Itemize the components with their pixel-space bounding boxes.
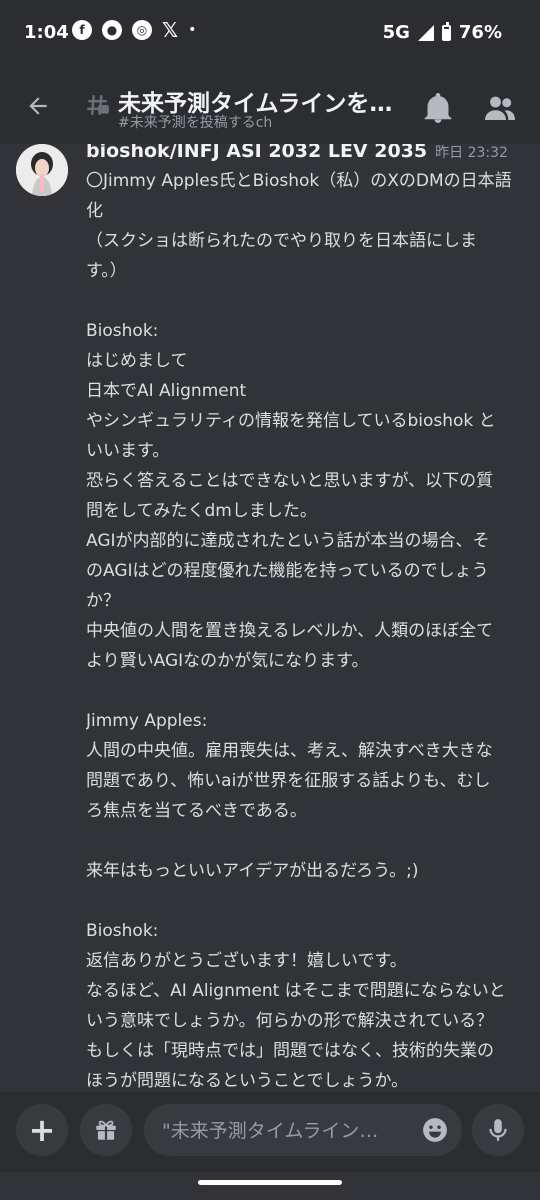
- reddit-icon: ●: [102, 20, 122, 40]
- message-line: ほうが問題になるということでしょうか。: [86, 1071, 409, 1091]
- message-input[interactable]: [160, 1104, 406, 1158]
- message-line: もしくは「現時点では」問題ではなく、技術的失業の: [86, 1041, 494, 1061]
- facebook-icon: f: [72, 20, 92, 40]
- message-line: なるほど、AI Alignment はそこまで問題にならないと: [86, 981, 506, 1001]
- microphone-icon: [489, 1119, 507, 1141]
- battery-percent: 76%: [458, 22, 502, 43]
- message-line: 〇Jimmy Apples氏とBioshok（私）のXのDMの日本語: [86, 171, 512, 191]
- message-line: ろ焦点を当てるべきである。: [86, 801, 307, 821]
- message-line: 日本でAI Alignment: [86, 381, 247, 401]
- status-bar: 1:04 f ● ◎ 𝕏 • 5G 76%: [0, 0, 540, 68]
- voice-message-button[interactable]: [472, 1104, 524, 1156]
- emoji-button[interactable]: [422, 1117, 448, 1143]
- emoji-icon: [423, 1118, 447, 1142]
- network-label: 5G: [382, 22, 410, 43]
- message-line: のAGIはどの程度優れた機能を持っているのでしょう: [86, 561, 489, 581]
- chrome-icon: ◎: [132, 20, 152, 40]
- message-line: 来年はもっといいアイデアが出るだろう。;): [86, 861, 419, 881]
- gift-button[interactable]: [80, 1104, 132, 1156]
- message-line: 問をしてみたくdmしました。: [86, 501, 317, 521]
- message-line: 問題であり、怖いaiが世界を征服する話よりも、むし: [86, 771, 491, 791]
- message-line: いいます。: [86, 441, 170, 461]
- thread-hash-icon: [87, 95, 109, 115]
- message-line: はじめまして: [86, 351, 188, 371]
- channel-header: 未来予測タイムラインを保… #未来予測を投稿するch: [0, 68, 540, 144]
- message-content: 〇Jimmy Apples氏とBioshok（私）のXのDMの日本語化 （スクショ…: [86, 166, 522, 1092]
- channel-subtitle: #未来予測を投稿するch: [118, 115, 273, 131]
- more-notifications-dot: •: [188, 22, 197, 38]
- message-line: 人間の中央値。雇用喪失は、考え、解決すべき大きな: [86, 741, 493, 761]
- members-button[interactable]: [482, 90, 518, 126]
- message-line: か？: [86, 591, 120, 611]
- message-line: やシンギュラリティの情報を発信しているbioshok と: [86, 411, 496, 431]
- back-arrow-icon: [29, 97, 47, 115]
- message-line: いう意味でしょうか。何らかの形で解決されている？: [86, 1011, 494, 1031]
- message-line: [86, 286, 522, 316]
- notification-icons: f ● ◎ 𝕏 •: [72, 20, 196, 40]
- signal-icon: [417, 24, 434, 41]
- avatar-image: [16, 144, 68, 196]
- message-header: bioshok/INFJ ASI 2032 LEV 2035 昨日 23:32: [86, 144, 508, 162]
- back-button[interactable]: [18, 86, 58, 126]
- message-line: Bioshok:: [86, 921, 159, 941]
- message-line: 中央値の人間を置き換えるレベルか、人類のほぼ全て: [86, 621, 494, 641]
- message-line: より賢いAGIなのかが気になります。: [86, 651, 369, 671]
- message-line: [86, 886, 522, 916]
- message-list[interactable]: bioshok/INFJ ASI 2032 LEV 2035 昨日 23:32 〇…: [0, 144, 540, 1092]
- members-icon: [485, 96, 515, 120]
- author-avatar[interactable]: [16, 144, 68, 196]
- message-line: Jimmy Apples:: [86, 711, 208, 731]
- message-line: AGIが内部的に達成されたという話が本当の場合、そ: [86, 531, 490, 551]
- bell-icon: [424, 93, 452, 123]
- message-line: Bioshok:: [86, 321, 159, 341]
- x-icon: 𝕏: [162, 18, 179, 42]
- message-line: 恐らく答えることはできないと思いますが、以下の質: [86, 471, 494, 491]
- message-line: す。）: [86, 261, 127, 281]
- plus-icon: +: [28, 1111, 56, 1149]
- message-line: [86, 826, 522, 856]
- message-input-container: [144, 1104, 462, 1158]
- message-line: 返信ありがとうございます！嬉しいです。: [86, 951, 407, 971]
- status-time: 1:04: [24, 22, 69, 43]
- author-name[interactable]: bioshok/INFJ ASI 2032 LEV 2035: [86, 144, 427, 162]
- message-line: [86, 676, 522, 706]
- gift-icon: [96, 1120, 116, 1140]
- message-line: 化: [86, 201, 103, 221]
- notification-bell-button[interactable]: [420, 90, 456, 126]
- gesture-nav-handle[interactable]: [198, 1180, 342, 1185]
- message-line: （スクショは断られたのでやり取りを日本語にしま: [86, 231, 477, 251]
- message-composer: +: [0, 1092, 540, 1172]
- add-attachment-button[interactable]: +: [16, 1104, 68, 1156]
- battery-icon: [441, 21, 451, 41]
- message-timestamp: 昨日 23:32: [435, 145, 508, 161]
- status-indicators: 5G 76%: [382, 21, 502, 43]
